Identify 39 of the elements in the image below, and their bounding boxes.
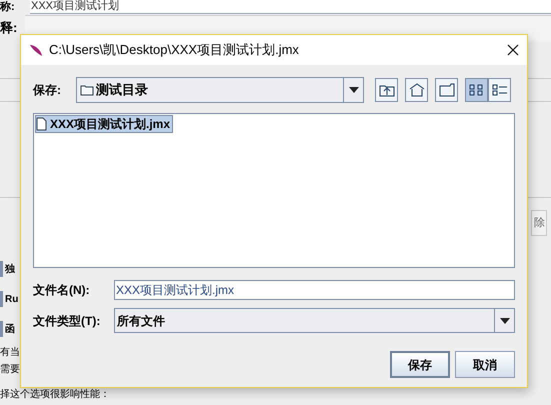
description-text: 择这个选项很影响性能： [0, 388, 110, 402]
field-label: 释: [0, 19, 18, 38]
remove-button[interactable]: 除 [531, 210, 547, 236]
details-view-icon [492, 83, 508, 97]
name-field[interactable]: XXX项目测试计划 [30, 0, 551, 14]
toolbar-button[interactable] [375, 78, 398, 102]
toolbar-button[interactable] [405, 78, 428, 102]
file-icon [36, 117, 47, 131]
folder-dropdown[interactable]: 测试目录 [76, 77, 364, 103]
description-text: 有当 [0, 346, 20, 360]
field-label: 称: [0, 2, 16, 12]
feather-icon [29, 43, 43, 57]
file-type-dropdown[interactable]: 所有文件 [114, 308, 515, 333]
file-type-label: 文件类型(T): [33, 312, 102, 330]
view-toggle[interactable] [465, 78, 488, 102]
folder-icon [80, 84, 94, 96]
option-label: 独 [5, 262, 15, 276]
description-text: 需要 [0, 363, 20, 377]
dropdown-arrow-icon [348, 87, 358, 93]
home-icon [408, 83, 424, 97]
file-item[interactable]: XXX项目测试计划.jmx [35, 115, 174, 133]
list-view-icon [468, 83, 484, 97]
folder-name: 测试目录 [96, 81, 148, 100]
dialog-button[interactable]: 保存 [390, 351, 450, 378]
toolbar-button[interactable] [435, 78, 458, 102]
close-icon[interactable] [507, 44, 519, 56]
option-label: Ru [5, 292, 18, 306]
file-name-label: 文件名(N): [33, 282, 91, 299]
dialog-button[interactable]: 取消 [455, 351, 515, 378]
window-title: C:\Users\凯\Desktop\XXX项目测试计划.jmx [49, 41, 300, 60]
option-label: 函 [5, 322, 15, 336]
folder-up-icon [378, 83, 394, 97]
file-name: XXX项目测试计划.jmx [50, 116, 170, 133]
folder-icon [438, 83, 454, 97]
save-in-label: 保存: [33, 82, 62, 99]
file-type-value: 所有文件 [116, 312, 166, 330]
file-name-field[interactable]: XXX项目测试计划.jmx [114, 280, 515, 300]
view-toggle[interactable] [488, 78, 511, 102]
dropdown-arrow-icon [500, 318, 510, 324]
